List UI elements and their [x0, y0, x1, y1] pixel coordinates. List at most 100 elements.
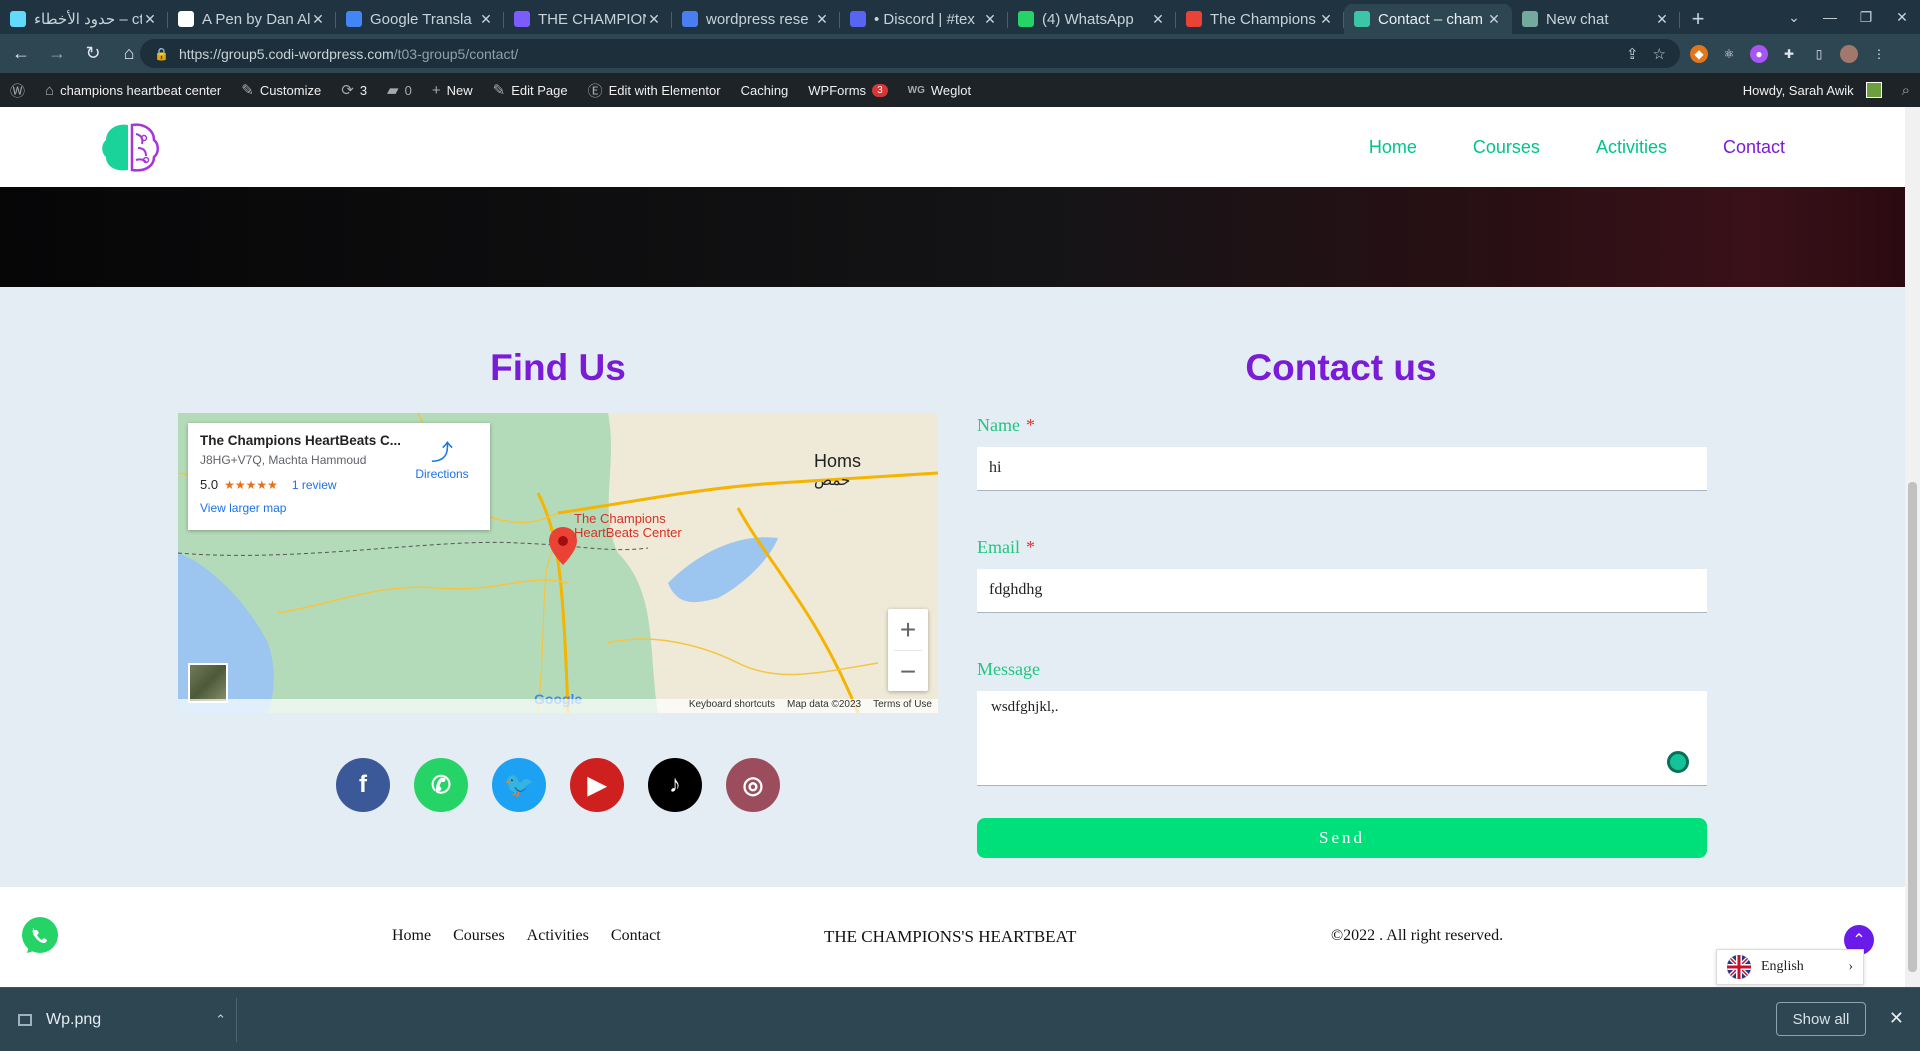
tab-list: حدود الأخطاء – ct ✕ A Pen by Dan Al ✕ Google…	[0, 4, 1680, 34]
wp-wpforms[interactable]: WPForms 3	[798, 73, 897, 107]
footer-nav-contact[interactable]: Contact	[611, 927, 661, 945]
share-icon[interactable]: ⇪	[1626, 45, 1639, 63]
puzzle-extensions-icon[interactable]: ✚	[1780, 45, 1798, 63]
tab-close-icon[interactable]: ✕	[1318, 11, 1334, 28]
wp-site-name[interactable]: ⌂ champions heartbeat center	[35, 73, 231, 107]
back-button[interactable]: ←	[6, 39, 36, 69]
browser-tab-strip: حدود الأخطاء – ct ✕ A Pen by Dan Al ✕ Google…	[0, 0, 1920, 34]
profile-avatar[interactable]	[1840, 44, 1858, 63]
tab-close-icon[interactable]: ✕	[646, 11, 662, 28]
wp-search[interactable]: ⌕	[1892, 73, 1920, 107]
wp-weglot[interactable]: WG Weglot	[898, 73, 981, 107]
browser-tab[interactable]: New chat ✕	[1512, 4, 1680, 34]
metamask-extension-icon[interactable]: ◆	[1690, 44, 1708, 63]
tab-close-icon[interactable]: ✕	[814, 11, 830, 28]
wp-new[interactable]: + New	[422, 73, 483, 107]
tab-close-icon[interactable]: ✕	[142, 11, 158, 28]
message-field[interactable]: wsdfghjkl,.	[977, 691, 1707, 786]
footer-nav-home[interactable]: Home	[392, 927, 431, 945]
close-window-button[interactable]: ✕	[1884, 9, 1920, 26]
browser-tab[interactable]: • Discord | #tex ✕	[840, 4, 1008, 34]
footer-brand: THE CHAMPIONS'S HEARTBEAT	[824, 927, 1077, 946]
browser-tab[interactable]: (4) WhatsApp ✕	[1008, 4, 1176, 34]
tiktok-link[interactable]: ♪	[648, 758, 702, 812]
nav-item-home[interactable]: Home	[1369, 137, 1417, 158]
wp-edit-page[interactable]: ✎ Edit Page	[483, 73, 578, 107]
side-panel-icon[interactable]: ▯	[1810, 45, 1828, 63]
tab-search-icon[interactable]: ⌄	[1776, 9, 1812, 26]
wp-logo-menu[interactable]: Ⓦ	[0, 73, 35, 107]
footer-nav-activities[interactable]: Activities	[527, 927, 589, 945]
chrome-menu-icon[interactable]: ⋮	[1870, 45, 1888, 63]
nav-item-activities[interactable]: Activities	[1596, 137, 1667, 158]
chevron-up-icon[interactable]: ⌃	[215, 1012, 226, 1028]
wpforms-badge: 3	[872, 83, 888, 97]
elementor-icon: Ⓔ	[587, 82, 603, 100]
reload-button[interactable]: ↻	[78, 39, 108, 69]
wp-comments[interactable]: ▰ 0	[377, 73, 422, 107]
language-switcher[interactable]: English ›	[1716, 949, 1864, 985]
terms-of-use-link[interactable]: Terms of Use	[873, 699, 932, 713]
tab-close-icon[interactable]: ✕	[310, 11, 326, 28]
react-devtools-icon[interactable]: ⚛	[1720, 45, 1738, 63]
tab-title: حدود الأخطاء – ct	[34, 11, 142, 28]
instagram-link[interactable]: ◎	[726, 758, 780, 812]
new-label: New	[446, 82, 473, 98]
browser-tab[interactable]: A Pen by Dan Al ✕	[168, 4, 336, 34]
tab-close-icon[interactable]: ✕	[982, 11, 998, 28]
wp-customize[interactable]: ✎ Customize	[231, 73, 331, 107]
tab-close-icon[interactable]: ✕	[478, 11, 494, 28]
address-bar[interactable]: 🔒 https://group5.codi-wordpress.com/t03-…	[140, 39, 1680, 68]
brain-logo[interactable]	[100, 120, 160, 175]
browser-tab[interactable]: wordpress rese ✕	[672, 4, 840, 34]
view-larger-map-link[interactable]: View larger map	[200, 501, 478, 515]
name-field[interactable]: hi	[977, 447, 1707, 491]
tab-favicon-icon	[1354, 11, 1370, 27]
browser-tab[interactable]: Google Transla ✕	[336, 4, 504, 34]
footer-nav-courses[interactable]: Courses	[453, 927, 505, 945]
tab-favicon-icon	[1018, 11, 1034, 27]
name-label: Name *	[977, 415, 1707, 437]
grammarly-icon[interactable]	[1667, 751, 1689, 773]
extension-icon[interactable]: ●	[1750, 44, 1768, 63]
browser-tab[interactable]: The Champions ✕	[1176, 4, 1344, 34]
page-scrollbar[interactable]	[1905, 107, 1920, 987]
wp-my-account[interactable]: Howdy, Sarah Awik	[1733, 73, 1892, 107]
browser-tab[interactable]: Contact – cham ✕	[1344, 4, 1512, 34]
download-item[interactable]: Wp.png ⌃	[18, 988, 238, 1051]
browser-tab[interactable]: حدود الأخطاء – ct ✕	[0, 4, 168, 34]
satellite-toggle[interactable]	[188, 663, 228, 703]
extensions-area: ◆ ⚛ ● ✚ ▯ ⋮	[1690, 34, 1888, 73]
minimize-button[interactable]: —	[1812, 9, 1848, 25]
whatsapp-link[interactable]: ✆	[414, 758, 468, 812]
close-shelf-icon[interactable]: ✕	[1889, 1008, 1904, 1029]
browser-tab[interactable]: THE CHAMPION ✕	[504, 4, 672, 34]
wp-edit-elementor[interactable]: Ⓔ Edit with Elementor	[578, 73, 731, 107]
tab-close-icon[interactable]: ✕	[1654, 11, 1670, 28]
new-tab-button[interactable]: +	[1680, 4, 1716, 34]
email-field[interactable]: fdghdhg	[977, 569, 1707, 613]
directions-button[interactable]: ⤴ Directions	[412, 435, 472, 481]
bookmark-star-icon[interactable]: ☆	[1653, 45, 1666, 63]
tab-close-icon[interactable]: ✕	[1150, 11, 1166, 28]
nav-item-contact[interactable]: Contact	[1723, 137, 1785, 158]
youtube-link[interactable]: ▶	[570, 758, 624, 812]
google-map[interactable]: The Champions HeartBeats Center Homs حمص…	[178, 413, 938, 713]
zoom-in-button[interactable]: +	[888, 609, 928, 650]
whatsapp-float-icon[interactable]	[19, 915, 61, 957]
tab-close-icon[interactable]: ✕	[1486, 11, 1502, 28]
send-button[interactable]: Send	[977, 818, 1707, 858]
forward-button[interactable]: →	[42, 39, 72, 69]
wp-caching[interactable]: Caching	[731, 73, 799, 107]
zoom-out-button[interactable]: −	[888, 651, 928, 692]
nav-item-courses[interactable]: Courses	[1473, 137, 1540, 158]
brush-icon: ✎	[241, 82, 254, 99]
restore-button[interactable]: ❐	[1848, 9, 1884, 26]
show-all-button[interactable]: Show all	[1776, 1002, 1866, 1036]
facebook-link[interactable]: f	[336, 758, 390, 812]
scrollbar-thumb[interactable]	[1908, 482, 1917, 972]
keyboard-shortcuts-link[interactable]: Keyboard shortcuts	[689, 699, 775, 713]
reviews-link[interactable]: 1 review	[292, 478, 337, 492]
wp-updates[interactable]: ⟳ 3	[331, 73, 377, 107]
twitter-link[interactable]: 🐦	[492, 758, 546, 812]
